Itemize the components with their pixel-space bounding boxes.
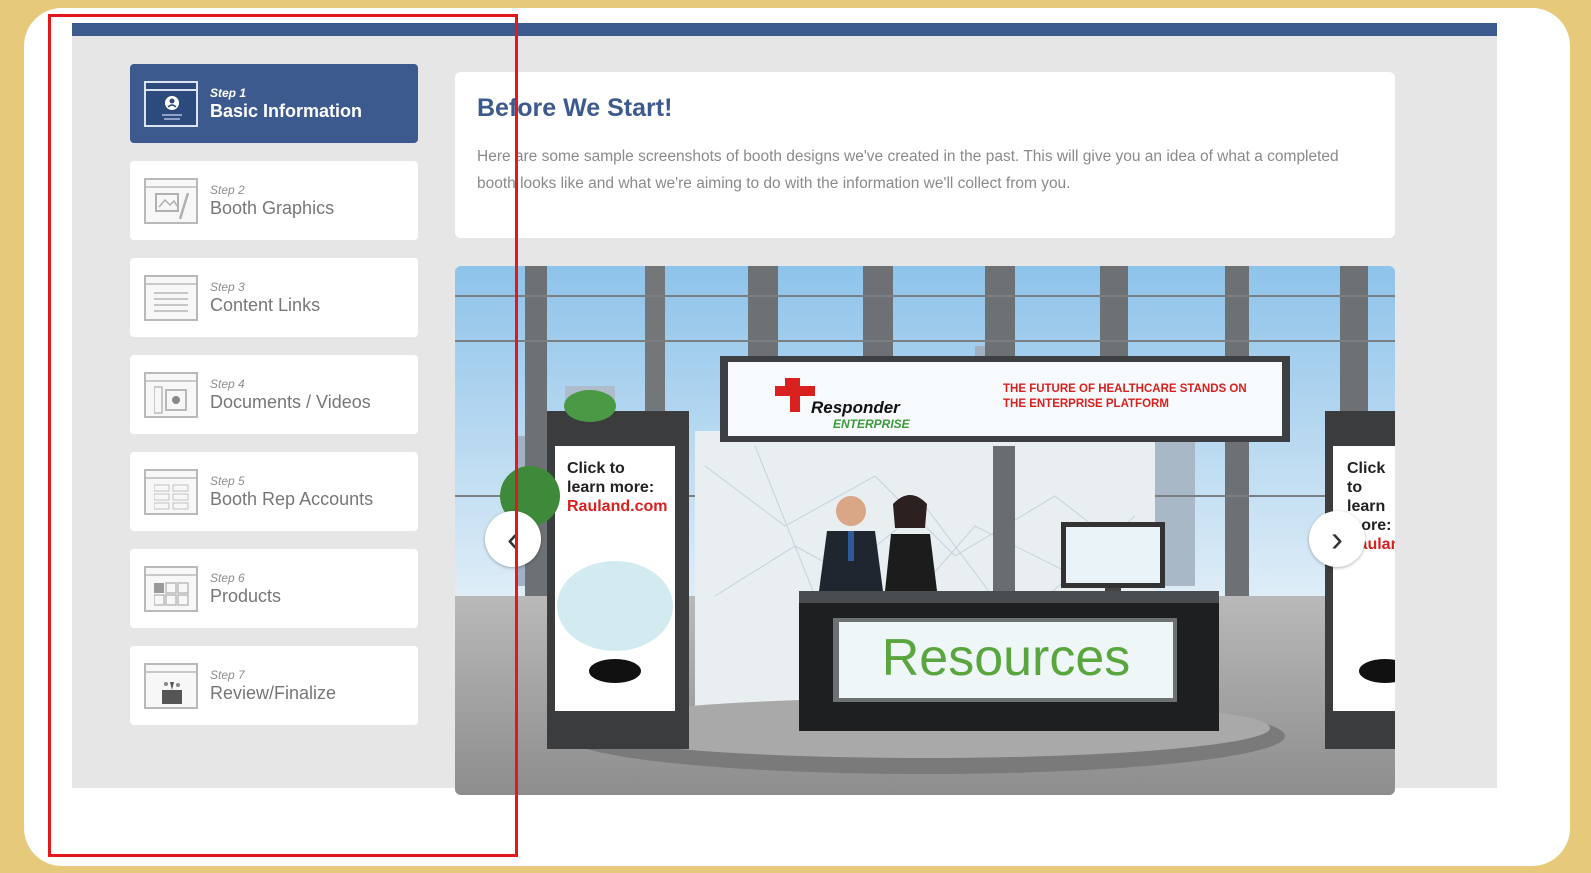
wizard-app: Step 1 Basic Information Step 2 Booth Gr…: [72, 23, 1497, 795]
step-title: Booth Graphics: [210, 197, 335, 218]
step-documents-videos[interactable]: Step 4 Documents / Videos: [130, 355, 418, 434]
step-title: Booth Rep Accounts: [210, 488, 374, 509]
products-icon: [144, 565, 198, 612]
step-content-links[interactable]: Step 3 Content Links: [130, 258, 418, 337]
links-icon: [144, 274, 198, 321]
banner-tagline: THE FUTURE OF HEALTHCARE STANDS ON THE E…: [1003, 383, 1247, 410]
step-text: Step 4 Documents / Videos: [210, 377, 371, 413]
intro-card: Before We Start! Here are some sample sc…: [455, 72, 1395, 238]
step-number: Step 3: [210, 279, 245, 294]
step-title: Basic Information: [210, 100, 363, 121]
step-review-finalize[interactable]: Step 7 Review/Finalize: [130, 646, 418, 725]
person-icon: [144, 80, 198, 127]
step-basic-information[interactable]: Step 1 Basic Information: [130, 64, 418, 143]
documents-icon: [144, 371, 198, 418]
step-nav: Step 1 Basic Information Step 2 Booth Gr…: [130, 64, 418, 743]
booth-carousel: Responder ENTERPRISE THE FUTURE OF HEALT…: [455, 266, 1395, 795]
carousel-prev-button[interactable]: ‹: [485, 511, 541, 567]
review-icon: [144, 662, 198, 709]
step-title: Documents / Videos: [210, 391, 371, 412]
step-text: Step 2 Booth Graphics: [210, 183, 334, 219]
step-number: Step 5: [210, 473, 245, 488]
banner-sub: ENTERPRISE: [833, 417, 910, 431]
step-number: Step 7: [210, 667, 245, 682]
left-panel-label: Click to learn more:: [567, 460, 655, 496]
step-number: Step 6: [210, 570, 245, 585]
graphics-icon: [144, 177, 198, 224]
step-title: Products: [210, 585, 282, 606]
step-title: Review/Finalize: [210, 682, 337, 703]
intro-body: Here are some sample screenshots of boot…: [477, 148, 1339, 192]
step-number: Step 1: [210, 85, 247, 100]
step-text: Step 6 Products: [210, 571, 281, 607]
step-text: Step 3 Content Links: [210, 280, 320, 316]
step-booth-rep-accounts[interactable]: Step 5 Booth Rep Accounts: [130, 452, 418, 531]
step-number: Step 2: [210, 182, 245, 197]
chevron-right-icon: ›: [1331, 518, 1343, 559]
step-text: Step 1 Basic Information: [210, 86, 362, 122]
step-booth-graphics[interactable]: Step 2 Booth Graphics: [130, 161, 418, 240]
chevron-left-icon: ‹: [507, 518, 519, 559]
left-panel-text: Click to learn more: Rauland.com: [567, 459, 667, 516]
step-products[interactable]: Step 6 Products: [130, 549, 418, 628]
step-number: Step 4: [210, 376, 245, 391]
carousel-next-button[interactable]: ›: [1309, 511, 1365, 567]
banner-brand: Responder: [811, 398, 900, 417]
intro-title: Before We Start!: [477, 94, 673, 122]
booth-scene: [455, 266, 1395, 795]
step-text: Step 7 Review/Finalize: [210, 668, 336, 704]
step-text: Step 5 Booth Rep Accounts: [210, 474, 373, 510]
desk-resources-label[interactable]: Resources: [839, 622, 1173, 694]
step-title: Content Links: [210, 294, 321, 315]
left-panel-link[interactable]: Rauland.com: [567, 498, 667, 515]
accounts-icon: [144, 468, 198, 515]
